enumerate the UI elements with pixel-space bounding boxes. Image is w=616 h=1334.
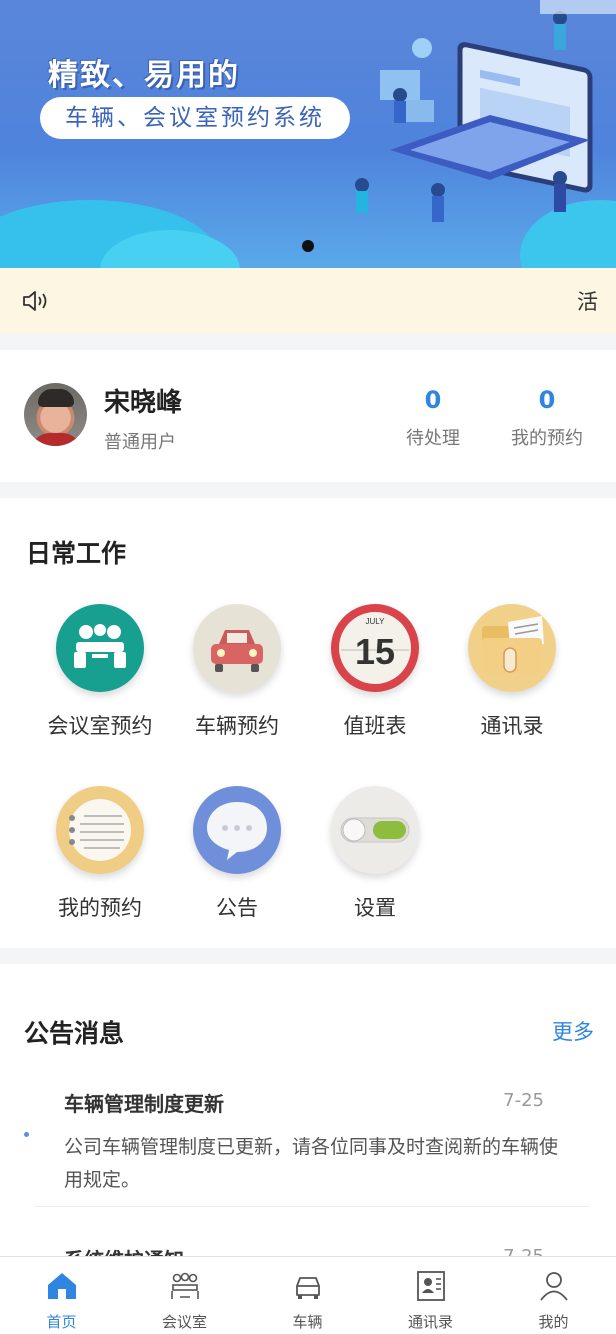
vehicle-booking-item[interactable]: 车辆预约 bbox=[168, 604, 306, 740]
calendar-day: 15 bbox=[355, 631, 395, 672]
car-outline-icon bbox=[295, 1277, 320, 1299]
settings-label: 设置 bbox=[354, 896, 396, 920]
daily-work-section: 日常工作 会议室预约 车辆预约 JULY 15 值班表 通讯录 我的预约 公告 … bbox=[0, 498, 616, 948]
chat-bubble-icon bbox=[193, 786, 281, 874]
settings-item[interactable]: 设置 bbox=[306, 786, 444, 922]
banner-subtitle: 车辆、会议室预约系统 bbox=[40, 97, 350, 139]
calendar-icon: JULY 15 bbox=[331, 604, 419, 692]
tab-label: 通讯录 bbox=[407, 1313, 453, 1331]
car-icon bbox=[193, 604, 281, 692]
home-icon bbox=[47, 1273, 76, 1299]
contact-card-icon bbox=[416, 1271, 445, 1301]
tab-label: 首页 bbox=[46, 1313, 77, 1331]
tab-home[interactable]: 首页 bbox=[0, 1257, 123, 1334]
pending-count: 0 bbox=[424, 386, 442, 414]
announcement-item[interactable]: 公告 bbox=[168, 786, 306, 922]
tab-label: 我的 bbox=[538, 1313, 569, 1331]
my-reservations-item[interactable]: 我的预约 bbox=[31, 786, 169, 922]
announcement-title: 车辆管理制度更新 bbox=[64, 1092, 224, 1116]
announcements-section: 公告消息 更多 车辆管理制度更新 7-25 公司车辆管理制度已更新，请各位同事及… bbox=[0, 964, 616, 1272]
pending-label: 待处理 bbox=[406, 428, 460, 449]
announcement-date: 7-25 bbox=[503, 1090, 544, 1111]
list-bullet bbox=[24, 1132, 29, 1137]
divider bbox=[34, 1206, 590, 1207]
meeting-room-icon bbox=[56, 604, 144, 692]
meeting-icon bbox=[170, 1272, 199, 1299]
banner-headline: 精致、易用的 bbox=[48, 58, 240, 93]
tab-vehicle[interactable]: 车辆 bbox=[246, 1257, 369, 1334]
contacts-item[interactable]: 通讯录 bbox=[443, 604, 581, 740]
my-reservations-count: 0 bbox=[538, 386, 556, 414]
contacts-label: 通讯录 bbox=[480, 714, 544, 738]
tab-meeting-room[interactable]: 会议室 bbox=[123, 1257, 246, 1334]
notice-bar[interactable]: 活 bbox=[0, 268, 616, 334]
promo-banner[interactable]: 精致、易用的 车辆、会议室预约系统 bbox=[0, 0, 616, 268]
my-reservations-label: 我的预约 bbox=[511, 428, 583, 449]
user-name: 宋晓峰 bbox=[104, 388, 183, 418]
tab-label: 会议室 bbox=[161, 1313, 207, 1331]
avatar[interactable] bbox=[24, 383, 87, 446]
my-reservations-stat[interactable]: 0 我的预约 bbox=[492, 386, 602, 450]
user-role: 普通用户 bbox=[104, 432, 176, 453]
toggle-switch-icon bbox=[331, 786, 419, 874]
carousel-indicator[interactable] bbox=[302, 240, 314, 252]
bottom-tab-bar: 首页 会议室 车辆 通讯录 我的 bbox=[0, 1256, 616, 1334]
more-link[interactable]: 更多 bbox=[552, 1016, 594, 1046]
section-title: 日常工作 bbox=[26, 539, 127, 568]
tab-mine[interactable]: 我的 bbox=[492, 1257, 615, 1334]
pending-stat[interactable]: 0 待处理 bbox=[378, 386, 488, 450]
announcement-content: 公司车辆管理制度已更新，请各位同事及时查阅新的车辆使用规定。 bbox=[64, 1136, 559, 1191]
announcement-item-label: 公告 bbox=[216, 896, 258, 920]
notebook-icon bbox=[56, 786, 144, 874]
calendar-month: JULY bbox=[366, 617, 386, 626]
section-title: 公告消息 bbox=[24, 1019, 125, 1048]
duty-roster-item[interactable]: JULY 15 值班表 bbox=[306, 604, 444, 740]
announcement-list-item[interactable]: 车辆管理制度更新 7-25 公司车辆管理制度已更新，请各位同事及时查阅新的车辆使… bbox=[64, 1088, 564, 1197]
tab-contacts[interactable]: 通讯录 bbox=[369, 1257, 492, 1334]
speaker-icon bbox=[23, 291, 47, 311]
home-page: 精致、易用的 车辆、会议室预约系统 活 宋晓峰 普通用户 0 待处理 0 我的预… bbox=[0, 0, 616, 1334]
user-card: 宋晓峰 普通用户 0 待处理 0 我的预约 bbox=[0, 350, 616, 482]
meeting-room-booking-label: 会议室预约 bbox=[47, 714, 153, 738]
notice-marquee-text: 活 bbox=[577, 290, 598, 314]
tab-label: 车辆 bbox=[292, 1313, 323, 1331]
duty-roster-label: 值班表 bbox=[343, 714, 407, 738]
contacts-icon bbox=[468, 604, 556, 692]
vehicle-booking-label: 车辆预约 bbox=[195, 714, 279, 738]
laptop-illustration bbox=[355, 0, 616, 222]
meeting-room-booking-item[interactable]: 会议室预约 bbox=[31, 604, 169, 740]
person-icon bbox=[539, 1272, 568, 1301]
my-reservations-item-label: 我的预约 bbox=[58, 896, 142, 920]
